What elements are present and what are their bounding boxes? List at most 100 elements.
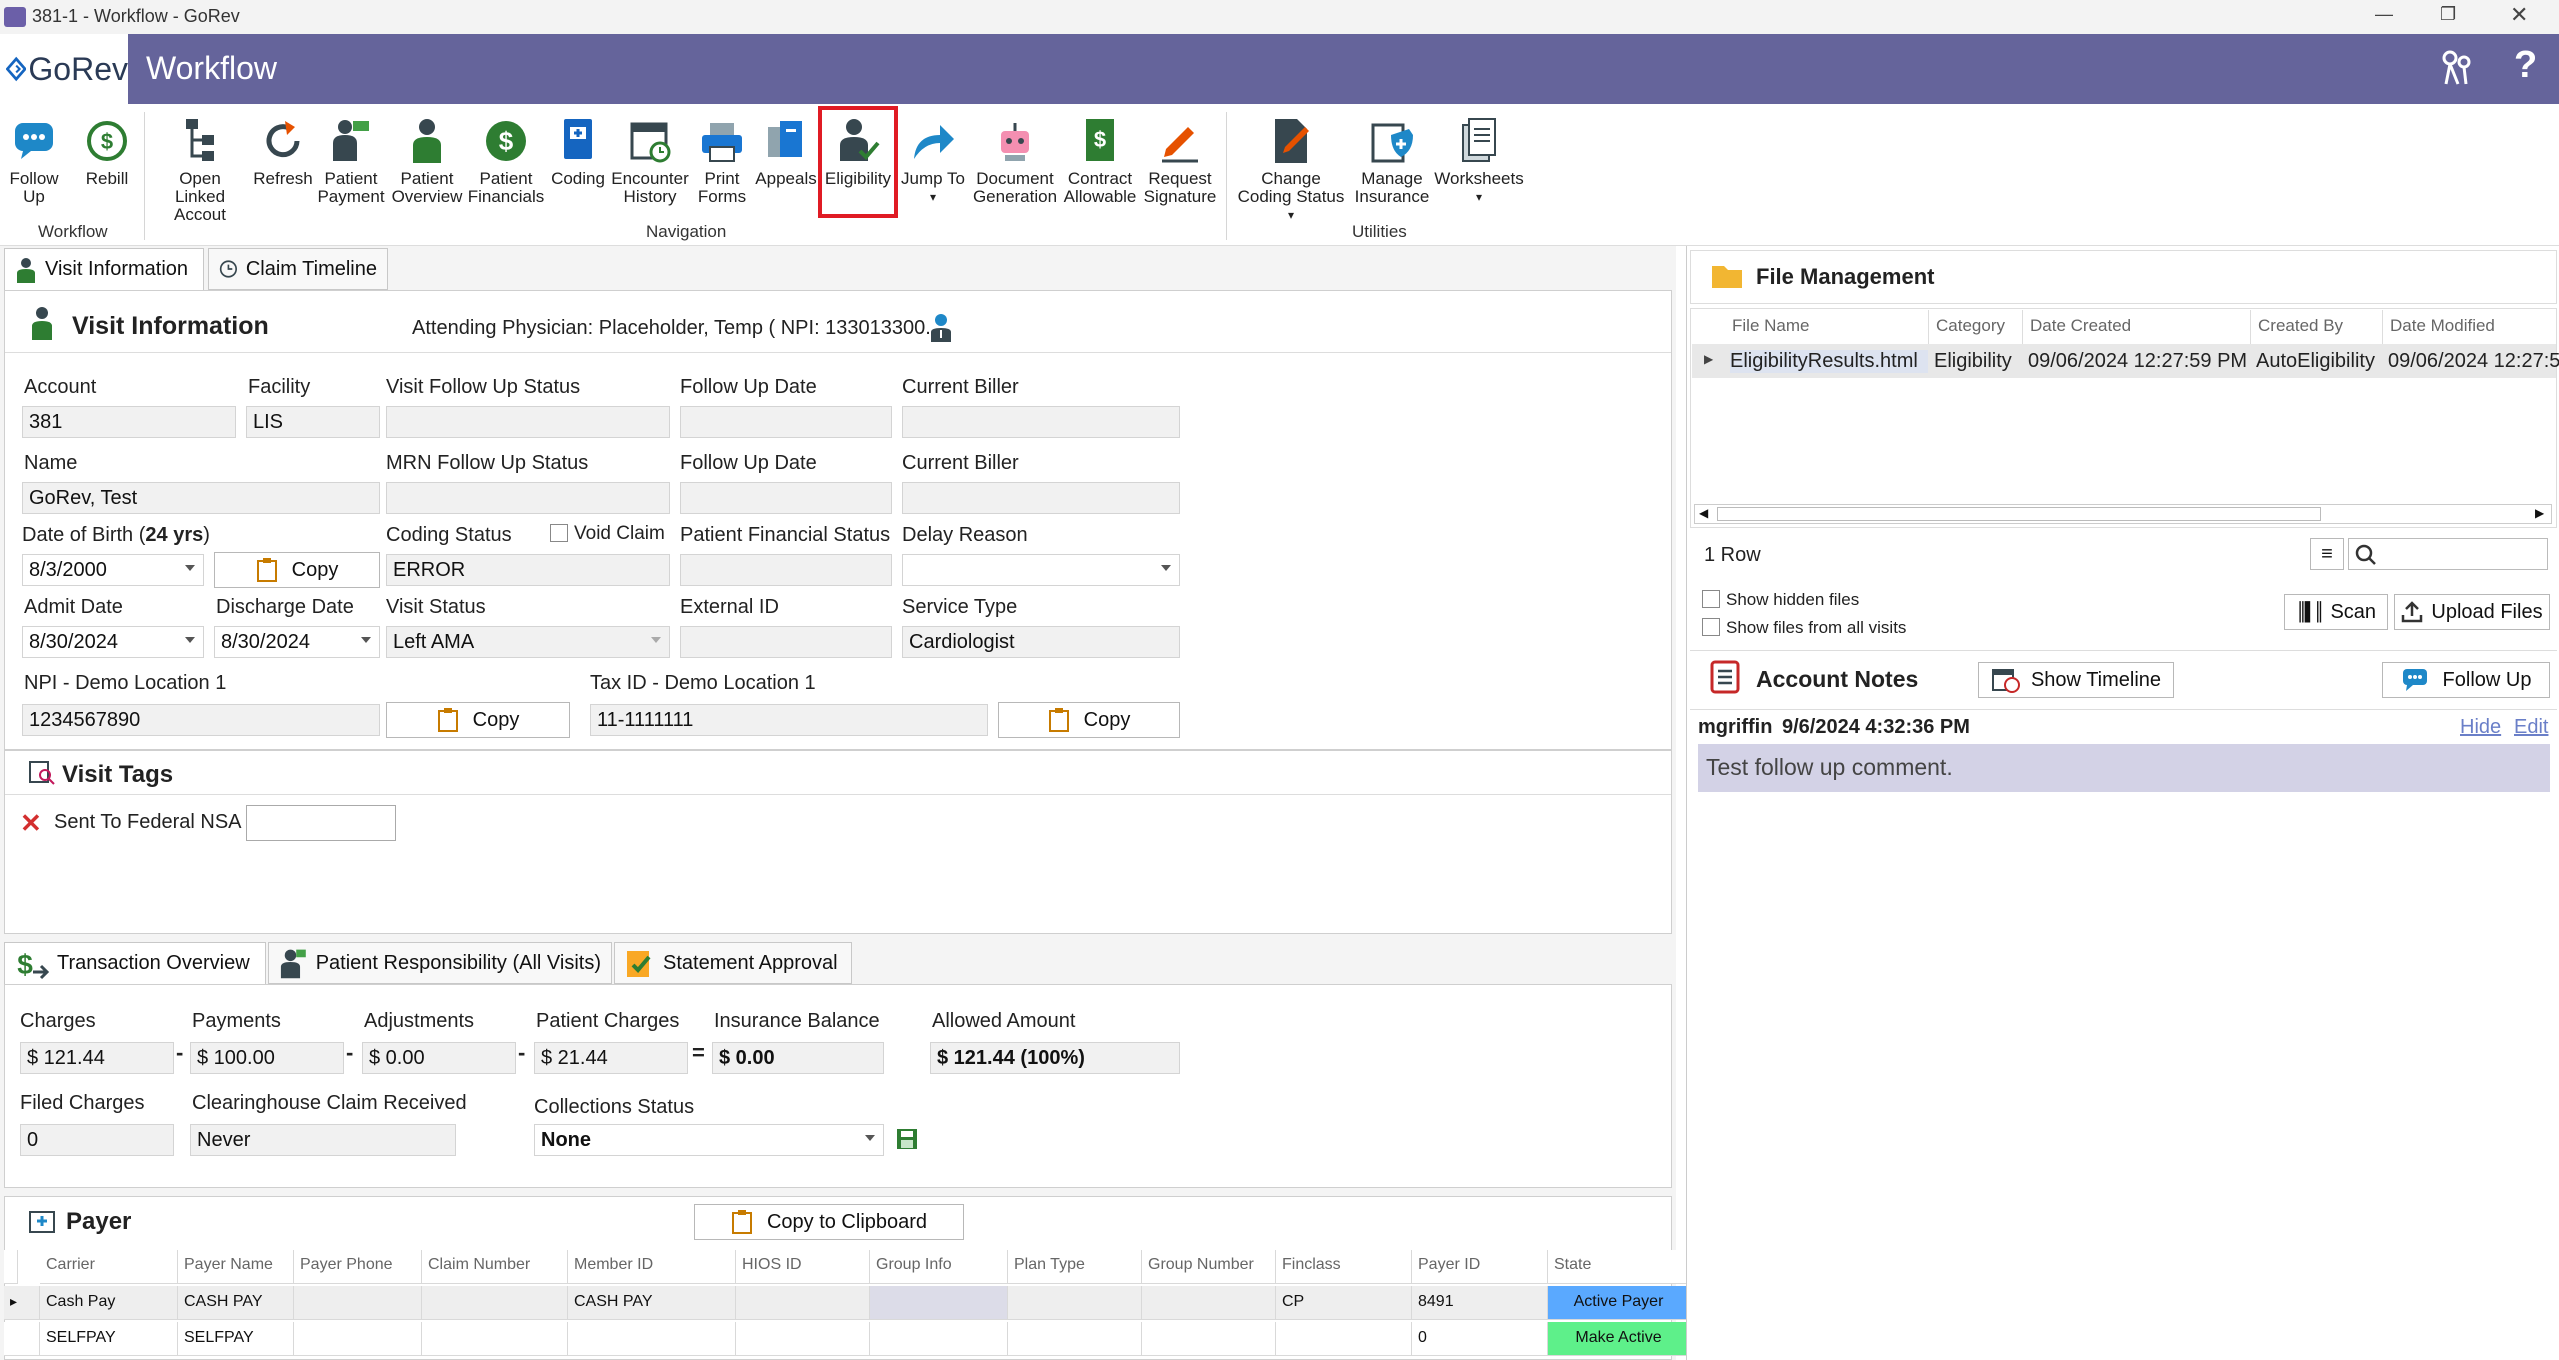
- note-hide-link[interactable]: Hide: [2460, 716, 2501, 739]
- payer-column-header[interactable]: Plan Type: [1008, 1250, 1142, 1284]
- payer-column-header[interactable]: Group Number: [1142, 1250, 1276, 1284]
- void-claim-checkbox[interactable]: [550, 524, 568, 542]
- tax-id-field[interactable]: 11-1111111: [590, 704, 988, 736]
- npi-field[interactable]: 1234567890: [22, 704, 380, 736]
- payer-column-header[interactable]: State: [1548, 1250, 1690, 1284]
- file-search-input[interactable]: [2348, 538, 2548, 570]
- payer-state-cell[interactable]: Active Payer: [1548, 1286, 1690, 1320]
- dropdown-arrow-icon[interactable]: [1161, 565, 1171, 571]
- charges-field[interactable]: $ 121.44: [20, 1042, 174, 1074]
- notes-follow-up-button[interactable]: Follow Up: [2382, 662, 2550, 698]
- copy-dob-button[interactable]: Copy: [214, 552, 380, 588]
- document-generation-button[interactable]: Document Generation: [972, 116, 1058, 206]
- appeals-button[interactable]: Appeals: [754, 116, 818, 188]
- show-all-visits-checkbox[interactable]: [1702, 618, 1720, 636]
- admit-date-field[interactable]: 8/30/2024: [22, 626, 204, 658]
- show-timeline-button[interactable]: Show Timeline: [1978, 662, 2174, 698]
- change-coding-status-button[interactable]: Change Coding Status ▾: [1234, 116, 1348, 224]
- current-biller-2-field[interactable]: [902, 482, 1180, 514]
- external-id-field[interactable]: [680, 626, 892, 658]
- clearinghouse-field[interactable]: Never: [190, 1124, 456, 1156]
- show-hidden-files-checkbox[interactable]: [1702, 590, 1720, 608]
- delay-reason-select[interactable]: [902, 554, 1180, 586]
- upload-files-button[interactable]: Upload Files: [2394, 594, 2550, 630]
- open-linked-account-button[interactable]: Open Linked Accout: [152, 116, 248, 224]
- payer-column-header[interactable]: Finclass: [1276, 1250, 1412, 1284]
- tab-visit-information[interactable]: Visit Information: [4, 248, 204, 290]
- scroll-left-icon[interactable]: ◀: [1699, 506, 1708, 520]
- tab-patient-responsibility[interactable]: Patient Responsibility (All Visits): [268, 942, 612, 984]
- dropdown-arrow-icon[interactable]: [185, 637, 195, 643]
- payer-column-header[interactable]: Member ID: [568, 1250, 736, 1284]
- visit-status-select[interactable]: Left AMA: [386, 626, 670, 658]
- minimize-button[interactable]: —: [2375, 4, 2393, 25]
- patient-financials-button[interactable]: $ Patient Financials: [468, 116, 544, 206]
- service-type-field[interactable]: Cardiologist: [902, 626, 1180, 658]
- coding-status-field[interactable]: ERROR: [386, 554, 670, 586]
- current-biller-field[interactable]: [902, 406, 1180, 438]
- scroll-right-icon[interactable]: ▶: [2535, 506, 2544, 520]
- adjustments-field[interactable]: $ 0.00: [362, 1042, 516, 1074]
- copy-tax-id-button[interactable]: Copy: [998, 702, 1180, 738]
- allowed-amount-field[interactable]: $ 121.44 (100%): [930, 1042, 1180, 1074]
- collections-status-select[interactable]: None: [534, 1124, 884, 1156]
- dropdown-arrow-icon[interactable]: [865, 1135, 875, 1141]
- scan-button[interactable]: ║▌║ Scan: [2284, 594, 2388, 630]
- follow-up-date-field[interactable]: [680, 406, 892, 438]
- remove-tag-icon[interactable]: ✕: [20, 808, 42, 839]
- insurance-balance-field[interactable]: $ 0.00: [712, 1042, 884, 1074]
- refresh-button[interactable]: Refresh: [253, 116, 313, 188]
- print-forms-button[interactable]: Print Forms: [694, 116, 750, 206]
- payer-column-header[interactable]: Claim Number: [422, 1250, 568, 1284]
- dropdown-arrow-icon[interactable]: [185, 565, 195, 571]
- payer-column-header[interactable]: Group Info: [870, 1250, 1008, 1284]
- patient-payment-button[interactable]: Patient Payment: [317, 116, 385, 206]
- payer-column-header[interactable]: HIOS ID: [736, 1250, 870, 1284]
- row-expander-icon[interactable]: ▶: [1704, 352, 1713, 366]
- tag-value-field[interactable]: [246, 805, 396, 841]
- column-chooser-button[interactable]: ≡: [2310, 538, 2344, 570]
- follow-up-button[interactable]: Follow Up: [8, 116, 60, 206]
- payer-state-cell[interactable]: Make Active: [1548, 1322, 1690, 1356]
- coding-button[interactable]: Coding: [550, 116, 606, 188]
- copy-npi-button[interactable]: Copy: [386, 702, 570, 738]
- jump-to-button[interactable]: Jump To ▾: [898, 116, 968, 206]
- account-field[interactable]: 381: [22, 406, 236, 438]
- account-keys-icon[interactable]: [2436, 48, 2476, 88]
- payer-column-header[interactable]: Carrier: [40, 1250, 178, 1284]
- patient-charges-field[interactable]: $ 21.44: [534, 1042, 688, 1074]
- encounter-history-button[interactable]: Encounter History: [611, 116, 689, 206]
- filed-charges-field[interactable]: 0: [20, 1124, 174, 1156]
- name-field[interactable]: GoRev, Test: [22, 482, 380, 514]
- dropdown-arrow-icon[interactable]: [651, 637, 661, 643]
- row-expander[interactable]: [4, 1322, 40, 1356]
- follow-up-date-2-field[interactable]: [680, 482, 892, 514]
- dropdown-arrow-icon[interactable]: [361, 637, 371, 643]
- note-edit-link[interactable]: Edit: [2514, 716, 2548, 739]
- payer-column-header[interactable]: Payer ID: [1412, 1250, 1548, 1284]
- patient-financial-status-field[interactable]: [680, 554, 892, 586]
- manage-insurance-button[interactable]: Manage Insurance: [1352, 116, 1432, 206]
- contract-allowable-button[interactable]: $ Contract Allowable: [1064, 116, 1136, 206]
- tab-claim-timeline[interactable]: Claim Timeline: [208, 248, 388, 290]
- row-expander[interactable]: ▸: [4, 1286, 40, 1320]
- request-signature-button[interactable]: Request Signature: [1144, 116, 1216, 206]
- eligibility-button[interactable]: Eligibility: [822, 116, 894, 188]
- file-column-header[interactable]: Category: [1936, 316, 2005, 336]
- close-button[interactable]: ✕: [2510, 2, 2528, 28]
- save-icon[interactable]: [896, 1128, 918, 1150]
- payer-column-header[interactable]: Payer Phone: [294, 1250, 422, 1284]
- worksheets-button[interactable]: Worksheets ▾: [1434, 116, 1524, 206]
- help-icon[interactable]: ?: [2514, 44, 2537, 87]
- maximize-button[interactable]: ❐: [2440, 4, 2456, 25]
- rebill-button[interactable]: $ Rebill: [82, 116, 132, 188]
- payments-field[interactable]: $ 100.00: [190, 1042, 344, 1074]
- horizontal-scrollbar[interactable]: ◀ ▶: [1694, 504, 2552, 524]
- discharge-date-field[interactable]: 8/30/2024: [214, 626, 380, 658]
- mrn-follow-up-status-field[interactable]: [386, 482, 670, 514]
- dob-field[interactable]: 8/3/2000: [22, 554, 204, 586]
- tab-statement-approval[interactable]: Statement Approval: [614, 942, 852, 984]
- file-column-header[interactable]: Date Modified: [2390, 316, 2495, 336]
- scrollbar-thumb[interactable]: [1717, 507, 2321, 521]
- patient-overview-button[interactable]: Patient Overview: [392, 116, 462, 206]
